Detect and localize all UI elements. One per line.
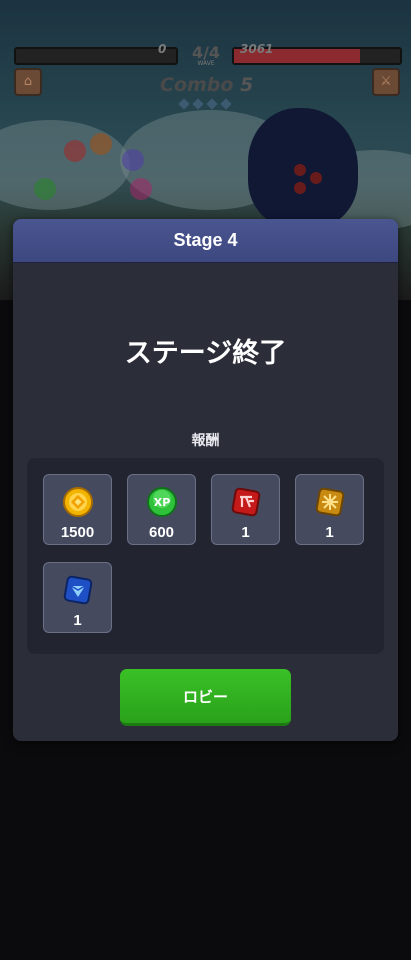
reward-item[interactable]: 1 [295,474,364,545]
lobby-button[interactable]: ロビー [120,669,291,726]
reward-item[interactable]: 1500 [43,474,112,545]
dialog-title: Stage 4 [173,230,238,250]
svg-text:XP: XP [154,496,171,509]
reward-count: 1500 [60,524,95,541]
home-icon[interactable]: ⌂ [14,68,42,96]
enemy-hp-value: 3061 [240,42,274,56]
blue-gem-icon [63,575,93,605]
combo-label: Combo [160,74,234,96]
stage-result-dialog: Stage 4 ステージ終了 報酬 1500 XP 600 1 1 1 ロビー [13,219,398,741]
player-hp-bar [14,47,178,65]
rewards-label: 報酬 [191,433,220,449]
gold-coin-icon [63,487,93,517]
reward-count: 1 [325,524,334,541]
reward-count: 1 [241,524,250,541]
reward-item[interactable]: 1 [43,562,112,633]
xp-orb-icon: XP [147,487,177,517]
reward-count: 1 [73,612,82,629]
dialog-header: Stage 4 [13,219,398,263]
gold-rune-icon [315,487,345,517]
player-hp-value: 0 [158,42,167,56]
rewards-panel: 1500 XP 600 1 1 1 [27,458,384,654]
reward-item[interactable]: 1 [211,474,280,545]
stage-end-headline: ステージ終了 [124,338,287,369]
wave-caption: WAVE [197,60,215,67]
combo-indicator: Combo 5 [160,74,253,96]
reward-item[interactable]: XP 600 [127,474,196,545]
combo-dots [178,98,232,110]
sword-icon[interactable]: ⚔ [372,68,400,96]
reward-count: 600 [148,524,175,541]
red-rune-icon [231,487,261,517]
combo-count: 5 [240,74,254,96]
